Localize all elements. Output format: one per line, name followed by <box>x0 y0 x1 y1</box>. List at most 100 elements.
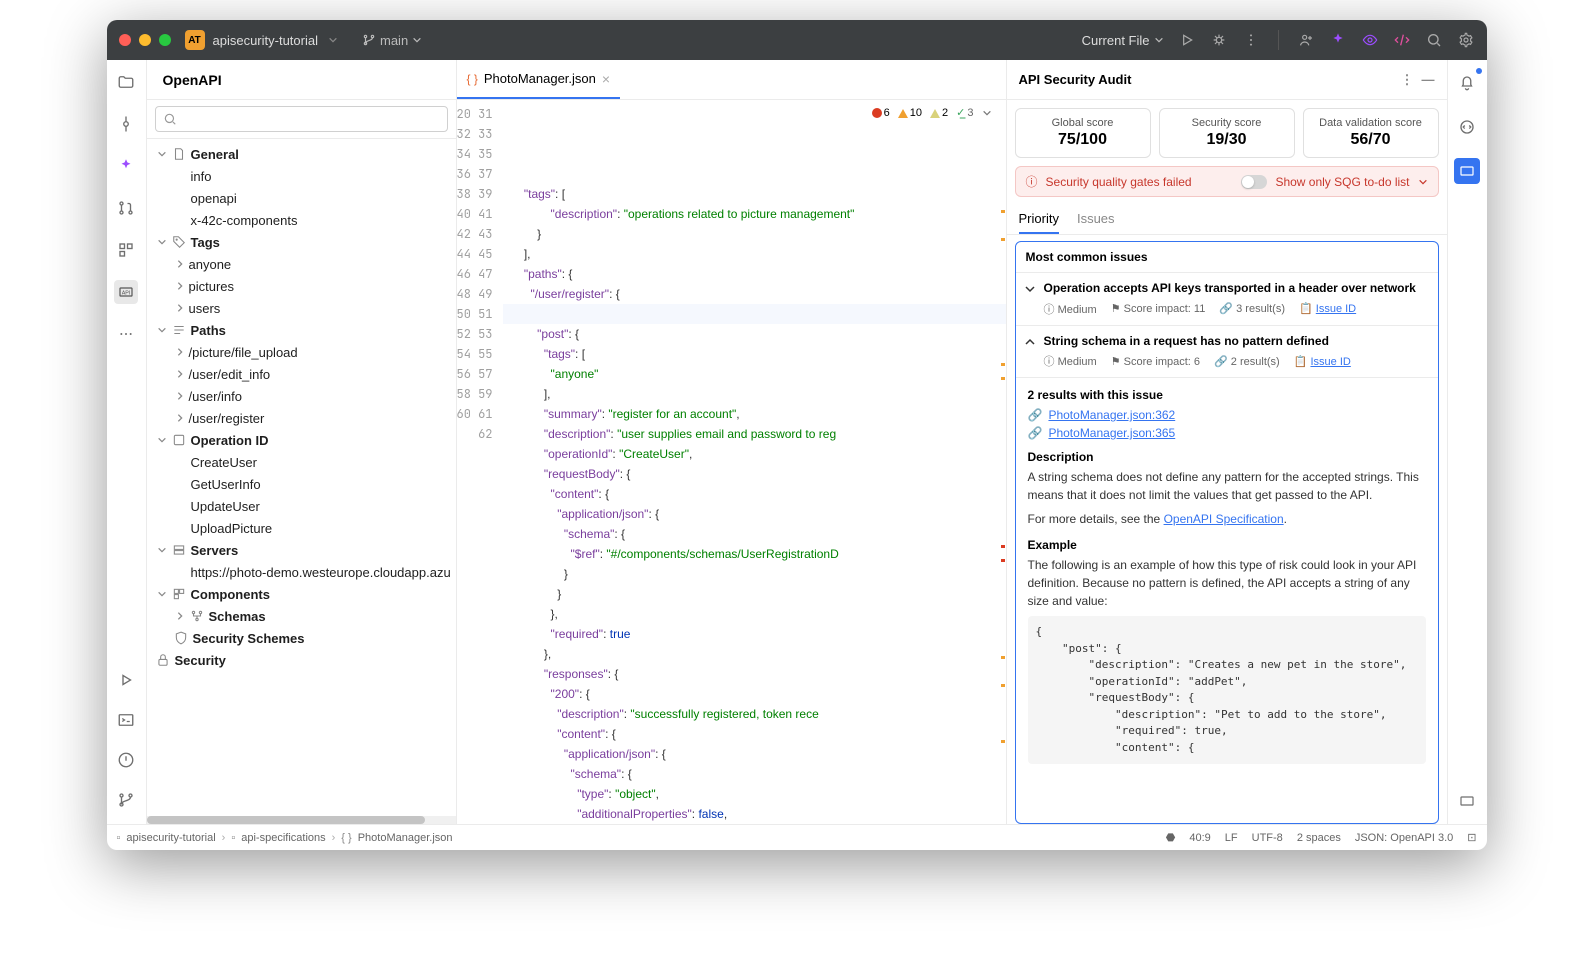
result-link-1[interactable]: 🔗 PhotoManager.json:362 <box>1028 408 1426 422</box>
tree-row[interactable]: CreateUser <box>147 451 456 473</box>
tree-row[interactable]: Security Schemes <box>147 627 456 649</box>
language-mode[interactable]: JSON: OpenAPI 3.0 <box>1355 832 1453 844</box>
vcs-branch[interactable]: main <box>362 33 422 48</box>
alert-icon: ⓘ <box>1026 173 1038 190</box>
project-name[interactable]: apisecurity-tutorial <box>213 33 319 48</box>
result-link-2[interactable]: 🔗 PhotoManager.json:365 <box>1028 426 1426 440</box>
severity-badge: ⓘ Medium <box>1044 301 1097 317</box>
pull-requests-icon[interactable] <box>114 196 138 220</box>
code-example: { "post": { "description": "Creates a ne… <box>1028 616 1426 764</box>
run-icon[interactable] <box>1178 31 1196 49</box>
breadcrumb[interactable]: ▫apisecurity-tutorial›▫api-specification… <box>117 832 453 844</box>
tree-row[interactable]: /user/info <box>147 385 456 407</box>
tree-row[interactable]: Operation ID <box>147 429 456 451</box>
tab-priority[interactable]: Priority <box>1019 205 1059 234</box>
octagon-icon[interactable]: ⬣ <box>1166 831 1176 844</box>
horizontal-scrollbar[interactable] <box>147 816 456 824</box>
more-details-text: For more details, see the OpenAPI Specif… <box>1028 510 1426 528</box>
tree-row[interactable]: /user/edit_info <box>147 363 456 385</box>
example-text: The following is an example of how this … <box>1028 556 1426 610</box>
tree-row[interactable]: Tags <box>147 231 456 253</box>
tree-row[interactable]: /user/register <box>147 407 456 429</box>
issues-header: Most common issues <box>1016 242 1438 273</box>
issue-item-2[interactable]: String schema in a request has no patter… <box>1016 326 1438 379</box>
openapi-tree-panel: OpenAPI Generalinfoopenapix-42c-componen… <box>147 60 457 824</box>
issue-id-link[interactable]: 📋 Issue ID <box>1294 355 1351 368</box>
tree-row[interactable]: /picture/file_upload <box>147 341 456 363</box>
commit-icon[interactable] <box>114 112 138 136</box>
tree-row[interactable]: Schemas <box>147 605 456 627</box>
tree-row[interactable]: info <box>147 165 456 187</box>
audit-tool-icon[interactable] <box>1454 158 1480 184</box>
api-bottom-icon[interactable] <box>1454 788 1480 814</box>
issue-id-link[interactable]: 📋 Issue ID <box>1299 302 1356 315</box>
audit-tabs: Priority Issues <box>1007 205 1447 235</box>
eye-icon[interactable] <box>1361 31 1379 49</box>
tree-body[interactable]: Generalinfoopenapix-42c-componentsTagsan… <box>147 139 456 816</box>
maximize-window-button[interactable] <box>159 34 171 46</box>
tab-filename: PhotoManager.json <box>484 71 596 86</box>
crunch-icon[interactable] <box>1393 31 1411 49</box>
ai-sparkle-icon[interactable] <box>1329 31 1347 49</box>
terminal-icon[interactable] <box>114 708 138 732</box>
editor-tab[interactable]: { } PhotoManager.json × <box>457 60 621 99</box>
api-tool-icon[interactable]: API <box>114 280 138 304</box>
tree-row[interactable]: openapi <box>147 187 456 209</box>
project-icon[interactable] <box>114 70 138 94</box>
window-controls <box>119 34 171 46</box>
tree-row[interactable]: pictures <box>147 275 456 297</box>
panel-menu-icon[interactable]: ⋮ <box>1401 72 1414 88</box>
tree-row[interactable]: https://photo-demo.westeurope.cloudapp.a… <box>147 561 456 583</box>
code-view[interactable]: 6 10 2 ✓̲3 "tags": [ "descript <box>503 100 1006 824</box>
minimize-panel-icon[interactable]: — <box>1422 72 1435 87</box>
score-impact: ⚑ Score impact: 11 <box>1111 302 1206 315</box>
tree-row[interactable]: anyone <box>147 253 456 275</box>
tree-row[interactable]: General <box>147 143 456 165</box>
debug-icon[interactable] <box>1210 31 1228 49</box>
run-tool-icon[interactable] <box>114 668 138 692</box>
more-tools-icon[interactable] <box>114 322 138 346</box>
encoding[interactable]: UTF-8 <box>1252 832 1283 844</box>
tree-row[interactable]: UpdateUser <box>147 495 456 517</box>
caret-position[interactable]: 40:9 <box>1189 832 1210 844</box>
close-tab-icon[interactable]: × <box>602 71 610 87</box>
tree-row[interactable]: Security <box>147 649 456 671</box>
line-separator[interactable]: LF <box>1225 832 1238 844</box>
tree-row[interactable]: Servers <box>147 539 456 561</box>
result-count: 🔗 3 result(s) <box>1219 302 1285 315</box>
tree-search-input[interactable] <box>155 106 448 132</box>
sparkle-icon[interactable] <box>114 154 138 178</box>
run-config-selector[interactable]: Current File <box>1082 33 1164 48</box>
inspection-widget[interactable]: 6 10 2 ✓̲3 <box>864 102 1000 124</box>
results-count-header: 2 results with this issue <box>1028 388 1426 402</box>
gear-icon[interactable] <box>1457 31 1475 49</box>
tree-row[interactable]: Paths <box>147 319 456 341</box>
readonly-lock-icon[interactable]: ⊡ <box>1467 831 1476 844</box>
more-icon[interactable] <box>1242 31 1260 49</box>
tree-row[interactable]: GetUserInfo <box>147 473 456 495</box>
audit-title: API Security Audit <box>1019 72 1132 87</box>
sqg-filter-toggle[interactable] <box>1241 175 1267 189</box>
tree-row[interactable]: users <box>147 297 456 319</box>
code-with-me-icon[interactable] <box>1297 31 1315 49</box>
chevron-down-icon[interactable] <box>982 108 992 118</box>
tab-issues[interactable]: Issues <box>1077 205 1115 234</box>
severity-badge: ⓘ Medium <box>1044 353 1097 369</box>
search-icon[interactable] <box>1425 31 1443 49</box>
minimize-window-button[interactable] <box>139 34 151 46</box>
error-stripe[interactable] <box>1000 126 1006 824</box>
status-bar: ▫apisecurity-tutorial›▫api-specification… <box>107 824 1487 850</box>
close-window-button[interactable] <box>119 34 131 46</box>
ai-chat-icon[interactable] <box>1454 114 1480 140</box>
tree-row[interactable]: x-42c-components <box>147 209 456 231</box>
tree-row[interactable]: UploadPicture <box>147 517 456 539</box>
spec-link[interactable]: OpenAPI Specification <box>1164 512 1284 526</box>
issue-item-1[interactable]: Operation accepts API keys transported i… <box>1016 273 1438 326</box>
git-icon[interactable] <box>114 788 138 812</box>
problems-icon[interactable] <box>114 748 138 772</box>
structure-icon[interactable] <box>114 238 138 262</box>
indent-setting[interactable]: 2 spaces <box>1297 832 1341 844</box>
chevron-down-icon[interactable] <box>1418 177 1428 187</box>
tree-row[interactable]: Components <box>147 583 456 605</box>
notifications-icon[interactable] <box>1454 70 1480 96</box>
